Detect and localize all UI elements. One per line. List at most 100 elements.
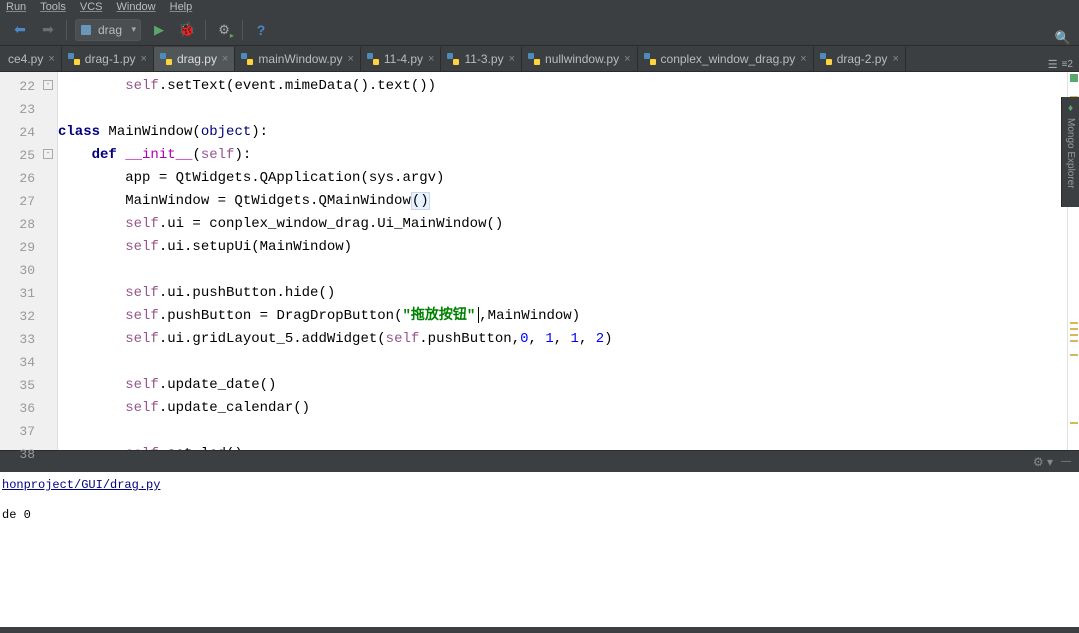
warning-mark[interactable] [1070,354,1078,356]
line-number[interactable]: 26 [0,167,57,190]
close-icon[interactable]: × [48,53,54,65]
tab-label: conplex_window_drag.py [661,52,796,66]
run-with-config-button[interactable]: ⚙ [214,20,234,40]
code-line[interactable] [58,351,1079,374]
nav-back-button[interactable]: ⬅ [10,20,30,40]
line-number[interactable]: 34 [0,351,57,374]
code-token [58,400,125,416]
run-button[interactable]: ▶ [149,20,169,40]
python-file-icon [820,53,832,65]
console-minimize-button[interactable]: — [1061,456,1071,467]
line-number[interactable]: 28 [0,213,57,236]
console-path[interactable]: honproject/GUI/drag.py [2,478,1077,492]
fold-toggle-icon[interactable]: - [43,80,53,90]
code-token: def [92,147,126,163]
code-token: self [125,78,159,94]
editor-tab[interactable]: drag-1.py × [62,47,154,71]
editor-tab[interactable]: conplex_window_drag.py × [638,47,814,71]
close-icon[interactable]: × [347,53,353,65]
menu-tools[interactable]: Tools [40,1,66,13]
line-number[interactable]: 24 [0,121,57,144]
code-line[interactable]: self.update_calendar() [58,397,1079,420]
play-icon: ▶ [154,22,164,38]
line-number[interactable]: 23 [0,98,57,121]
code-line[interactable] [58,420,1079,443]
code-line[interactable]: self.update_date() [58,374,1079,397]
editor-tab[interactable]: ce4.py× [2,47,62,71]
menu-help[interactable]: Help [170,1,193,13]
help-button[interactable]: ? [251,20,271,40]
tab-label: drag-1.py [85,52,136,66]
code-line[interactable]: def __init__(self): [58,144,1079,167]
menu-run[interactable]: Run [6,1,26,13]
editor-tab[interactable]: drag.py × [154,47,235,71]
console-output[interactable]: honproject/GUI/drag.py de 0 [0,472,1079,627]
mongo-explorer-tab[interactable]: ♦ Mongo Explorer [1061,97,1079,207]
editor-tab[interactable]: 11-3.py× [441,47,522,71]
search-everywhere-button[interactable]: 🔍 [1055,30,1071,46]
code-line[interactable]: self.ui.setupUi(MainWindow) [58,236,1079,259]
code-line[interactable]: class MainWindow(object): [58,121,1079,144]
code-line[interactable]: self.pushButton = DragDropButton("拖放按钮",… [58,305,1079,328]
code-token: self [125,285,159,301]
code-token [58,285,125,301]
code-line[interactable]: self.set_lcd() [58,443,1079,450]
warning-mark[interactable] [1070,334,1078,336]
close-icon[interactable]: × [892,53,898,65]
code-line[interactable]: self.setText(event.mimeData().text()) [58,75,1079,98]
run-config-select[interactable]: drag [75,19,141,41]
tab-label: drag.py [177,52,217,66]
code-line[interactable] [58,98,1079,121]
line-number[interactable]: 32 [0,305,57,328]
tab-overflow[interactable]: ☰≡2 [1042,58,1079,71]
warning-mark[interactable] [1070,328,1078,330]
warning-mark[interactable] [1070,322,1078,324]
code-token: .ui.gridLayout_5.addWidget( [159,331,386,347]
line-number[interactable]: 29 [0,236,57,259]
line-number[interactable]: 25- [0,144,57,167]
line-number[interactable]: 36 [0,397,57,420]
line-number[interactable]: 31 [0,282,57,305]
menu-window[interactable]: Window [117,1,156,13]
line-number[interactable]: 22- [0,75,57,98]
fold-toggle-icon[interactable]: - [43,149,53,159]
code-token: ( [192,147,200,163]
warning-mark[interactable] [1070,340,1078,342]
close-icon[interactable]: × [222,53,228,65]
code-line[interactable]: MainWindow = QtWidgets.QMainWindow() [58,190,1079,213]
code-token: self [125,239,159,255]
code-token: .update_date() [159,377,277,393]
close-icon[interactable]: × [141,53,147,65]
line-number[interactable]: 38 [0,443,57,466]
code-line[interactable]: self.ui.gridLayout_5.addWidget(self.push… [58,328,1079,351]
code-token: self [125,331,159,347]
code-token: () [411,192,430,210]
code-line[interactable] [58,259,1079,282]
warning-mark[interactable] [1070,422,1078,424]
menu-vcs[interactable]: VCS [80,1,103,13]
close-icon[interactable]: × [624,53,630,65]
editor-tab[interactable]: 11-4.py× [361,47,442,71]
line-number[interactable]: 27 [0,190,57,213]
close-icon[interactable]: × [428,53,434,65]
code-token: app = QtWidgets.QApplication(sys.argv) [58,170,444,186]
nav-forward-button[interactable]: ➡ [38,20,58,40]
console-settings-button[interactable]: ⚙ ▾ [1033,455,1053,469]
editor-tab[interactable]: nullwindow.py× [522,47,637,71]
close-icon[interactable]: × [800,53,806,65]
code-token: .pushButton = DragDropButton( [159,308,403,324]
editor-tab[interactable]: drag-2.py× [814,47,906,71]
code-line[interactable]: self.ui = conplex_window_drag.Ui_MainWin… [58,213,1079,236]
close-icon[interactable]: × [509,53,515,65]
code-area[interactable]: self.setText(event.mimeData().text()) cla… [58,72,1079,450]
code-line[interactable]: self.ui.pushButton.hide() [58,282,1079,305]
editor-tab[interactable]: mainWindow.py× [235,47,360,71]
debug-button[interactable]: 🐞 [177,20,197,40]
line-number[interactable]: 30 [0,259,57,282]
line-number[interactable]: 37 [0,420,57,443]
code-line[interactable]: app = QtWidgets.QApplication(sys.argv) [58,167,1079,190]
line-number[interactable]: 33 [0,328,57,351]
python-file-icon [160,53,172,65]
line-number[interactable]: 35 [0,374,57,397]
code-editor[interactable]: 22-232425-26272829303132333435363738 sel… [0,72,1079,450]
